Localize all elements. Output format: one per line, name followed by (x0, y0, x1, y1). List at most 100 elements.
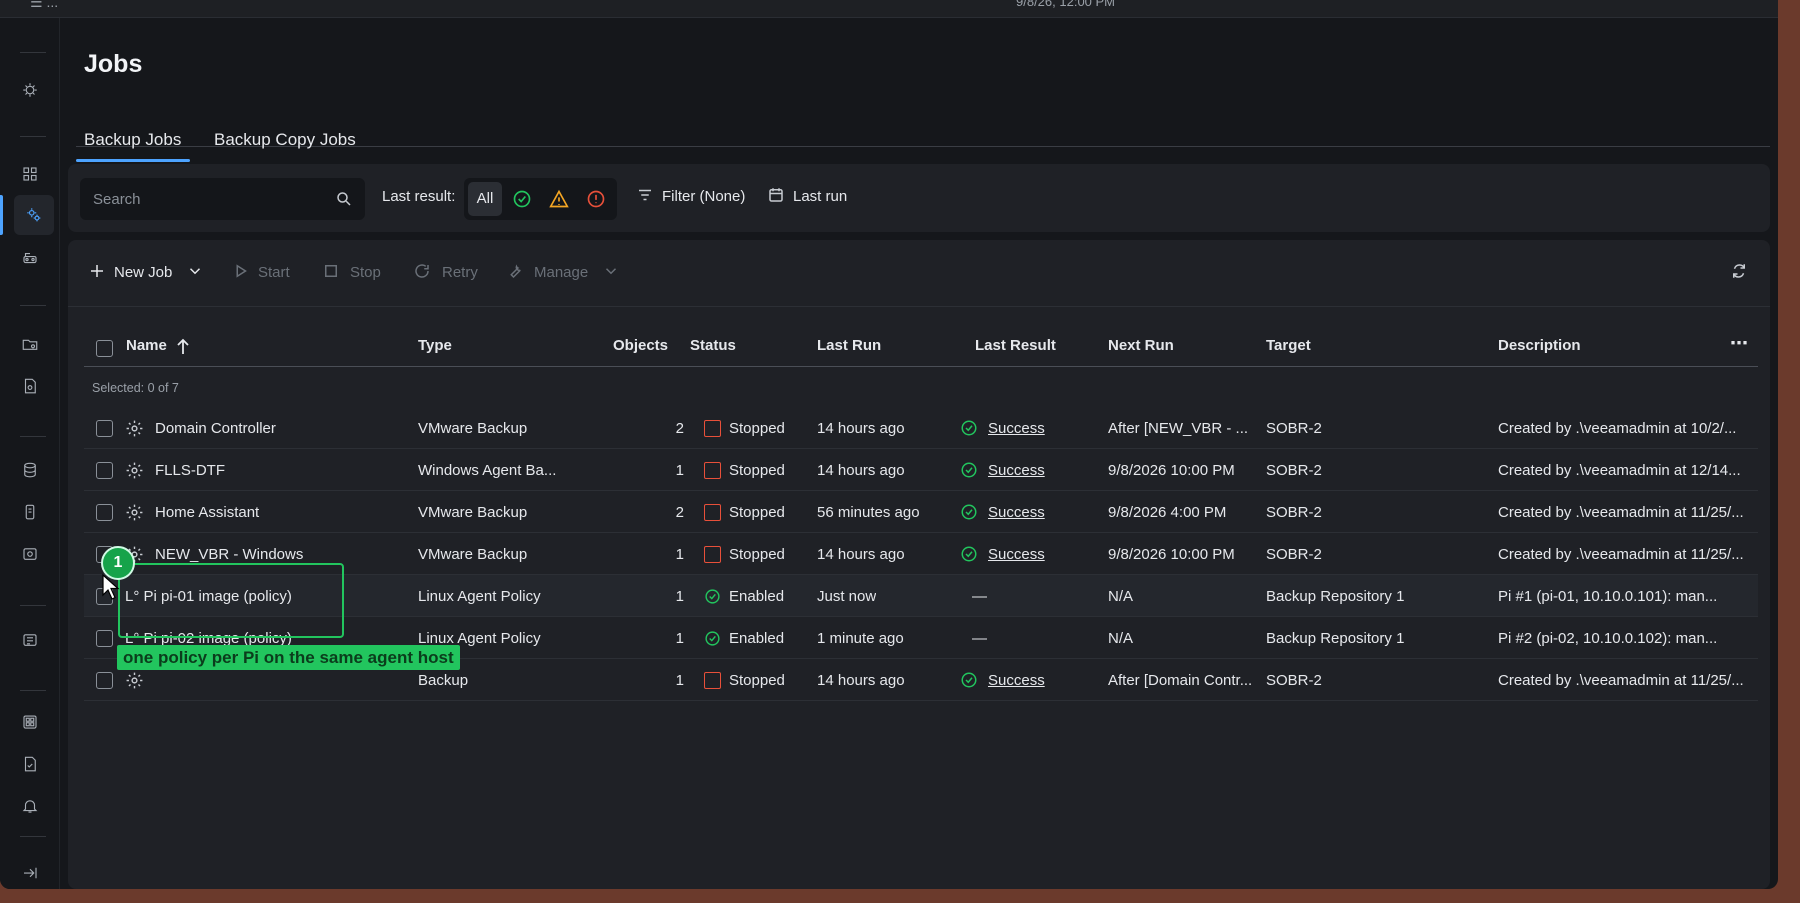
sort-ascending-icon[interactable] (176, 338, 190, 356)
cell-last-run: 56 minutes ago (817, 504, 920, 521)
tab-backup-copy-jobs[interactable]: Backup Copy Jobs (214, 130, 356, 150)
table-row[interactable]: Home Assistant VMware Backup 2 Stopped 56 mi… (84, 491, 1758, 533)
col-objects[interactable]: Objects (613, 337, 668, 354)
cell-next-run: After [Domain Contr... (1108, 672, 1253, 689)
search-box (80, 178, 365, 220)
search-icon[interactable] (335, 190, 353, 208)
success-filter-icon[interactable] (512, 189, 532, 209)
analytics-grid-icon[interactable] (18, 710, 42, 734)
mobile-device-icon[interactable] (18, 500, 42, 524)
reports-icon[interactable] (18, 628, 42, 652)
table-row[interactable]: Domain Controller VMware Backup 2 Stopped 14… (84, 407, 1758, 449)
tab-backup-jobs[interactable]: Backup Jobs (84, 130, 181, 150)
cell-last-result[interactable]: Success (988, 462, 1045, 479)
cell-next-run: N/A (1108, 588, 1134, 605)
filter-icon[interactable] (636, 186, 654, 204)
stop-button[interactable]: Stop (350, 264, 381, 281)
cell-last-result[interactable]: Success (988, 420, 1045, 437)
col-status[interactable]: Status (690, 337, 736, 354)
plus-icon[interactable] (88, 262, 106, 280)
cell-type: VMware Backup (418, 546, 528, 563)
cell-target: SOBR-2 (1266, 462, 1322, 479)
disk-stack-icon[interactable] (18, 542, 42, 566)
col-next-run[interactable]: Next Run (1108, 337, 1174, 354)
cell-type: Windows Agent Ba... (418, 462, 557, 479)
manage-chevron-icon[interactable] (602, 262, 620, 280)
col-type[interactable]: Type (418, 337, 452, 354)
row-checkbox[interactable] (96, 672, 113, 689)
row-checkbox[interactable] (96, 630, 113, 647)
retry-icon[interactable] (413, 262, 431, 280)
manage-button[interactable]: Manage (534, 264, 588, 281)
cell-name[interactable]: Domain Controller (155, 420, 385, 437)
cell-last-result[interactable]: Success (988, 504, 1045, 521)
database-icon[interactable] (18, 458, 42, 482)
document-settings-icon[interactable] (18, 374, 42, 398)
warning-filter-icon[interactable] (549, 189, 569, 209)
select-all-checkbox[interactable] (96, 340, 113, 357)
play-icon[interactable] (232, 262, 250, 280)
column-options-icon[interactable]: ⋯ (1730, 333, 1748, 354)
wrench-icon[interactable] (506, 262, 524, 280)
collapse-sidebar-icon[interactable] (18, 861, 42, 885)
cell-type: Linux Agent Policy (418, 588, 541, 605)
cell-last-result: — (972, 588, 987, 605)
history-document-icon[interactable] (18, 752, 42, 776)
cell-next-run: 9/8/2026 4:00 PM (1108, 504, 1227, 521)
cell-last-run: 14 hours ago (817, 546, 905, 563)
enabled-status-icon (704, 630, 721, 647)
start-button[interactable]: Start (258, 264, 290, 281)
bug-scan-icon[interactable] (18, 78, 42, 102)
table-row[interactable]: FLLS-DTF Windows Agent Ba... 1 Stopped 14 ho… (84, 449, 1758, 491)
chevron-down-icon[interactable] (186, 262, 204, 280)
bell-icon[interactable] (18, 794, 42, 818)
cell-description: Pi #2 (pi-02, 10.10.0.102): man... (1498, 630, 1718, 647)
cell-description: Created by .\veeamadmin at 10/2/... (1498, 420, 1737, 437)
error-filter-icon[interactable] (586, 189, 606, 209)
cell-last-run: 14 hours ago (817, 672, 905, 689)
row-checkbox[interactable] (96, 420, 113, 437)
col-description[interactable]: Description (1498, 337, 1581, 354)
stopped-status-icon (704, 546, 721, 563)
stopped-status-icon (704, 462, 721, 479)
retry-button[interactable]: Retry (442, 264, 478, 281)
calendar-icon[interactable] (767, 186, 785, 204)
new-job-button[interactable]: New Job (114, 264, 172, 281)
folder-settings-icon[interactable] (18, 332, 42, 356)
app-window: ☰ ... 9/8/26, 12:00 PM Jobs Backup Jobs … (0, 0, 1778, 889)
cell-objects: 2 (675, 420, 684, 437)
job-tabs: Backup Jobs Backup Copy Jobs (76, 110, 1770, 150)
cell-status: Enabled (729, 630, 785, 647)
cell-last-result[interactable]: Success (988, 672, 1045, 689)
row-checkbox[interactable] (96, 462, 113, 479)
jobs-toolbar: New Job Start Stop Retry Manage (68, 240, 1770, 307)
col-target[interactable]: Target (1266, 337, 1311, 354)
jobs-gear-icon[interactable] (14, 195, 54, 235)
row-checkbox[interactable] (96, 504, 113, 521)
col-name[interactable]: Name (126, 337, 167, 354)
col-last-result[interactable]: Last Result (975, 337, 1056, 354)
success-result-icon (960, 503, 978, 521)
cell-objects: 1 (675, 672, 684, 689)
refresh-icon[interactable] (1730, 262, 1748, 280)
cell-objects: 1 (675, 588, 684, 605)
col-last-run[interactable]: Last Run (817, 337, 881, 354)
top-bar: ☰ ... 9/8/26, 12:00 PM (0, 0, 1778, 18)
cell-name[interactable]: NEW_VBR - Windows (155, 546, 385, 563)
tape-drive-icon[interactable] (18, 246, 42, 270)
dashboard-grid-icon[interactable] (18, 162, 42, 186)
cell-status: Stopped (729, 504, 785, 521)
search-input[interactable] (81, 179, 326, 219)
last-run-filter[interactable]: Last run (793, 188, 847, 205)
filter-all-button[interactable]: All (468, 182, 502, 216)
stop-icon[interactable] (322, 262, 340, 280)
cell-name[interactable]: Home Assistant (155, 504, 385, 521)
cell-last-result[interactable]: Success (988, 546, 1045, 563)
cell-description: Created by .\veeamadmin at 11/25/... (1498, 672, 1744, 689)
annotation-box (118, 563, 344, 638)
cell-name[interactable]: FLLS-DTF (155, 462, 385, 479)
top-menu[interactable]: ☰ ... (30, 0, 58, 11)
cell-type: VMware Backup (418, 420, 528, 437)
filter-button[interactable]: Filter (None) (662, 188, 745, 205)
cell-last-run: 14 hours ago (817, 462, 905, 479)
